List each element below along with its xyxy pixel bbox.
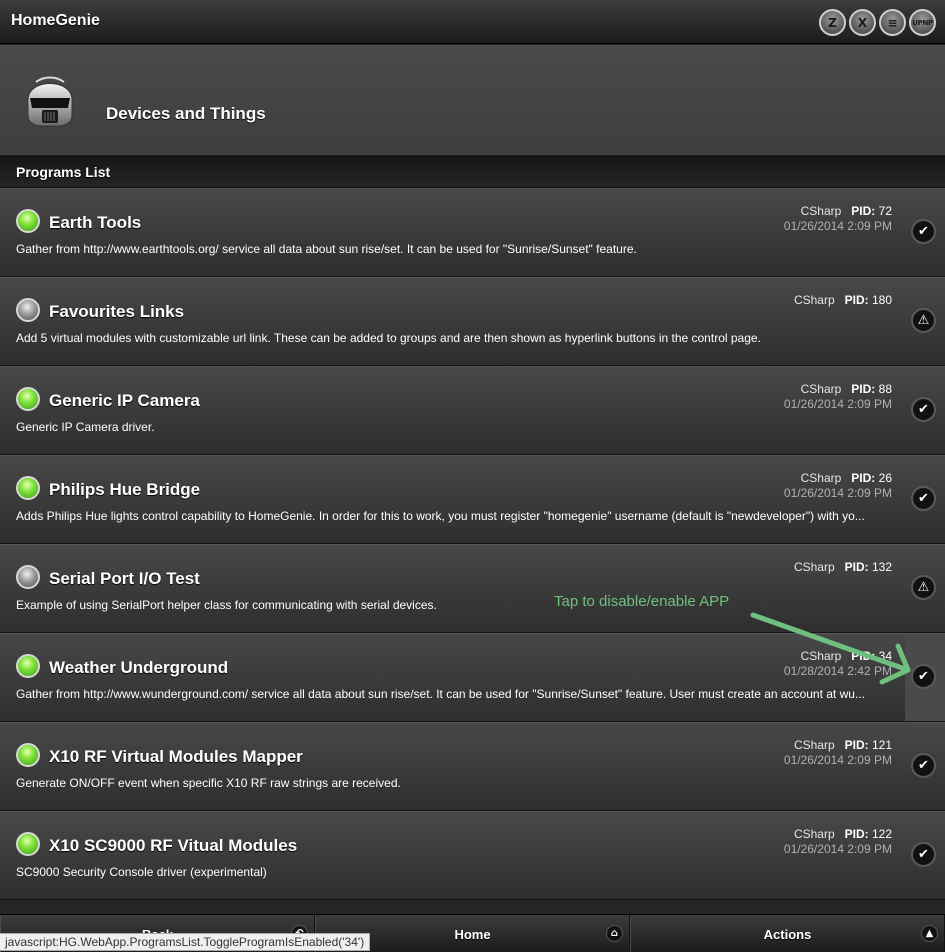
- program-date: 01/26/2014 2:09 PM: [783, 753, 892, 767]
- toggle-zone[interactable]: ✔: [905, 723, 945, 810]
- program-item[interactable]: X10 RF Virtual Modules Mapper CSharp PID:…: [0, 722, 945, 811]
- program-name: Philips Hue Bridge: [49, 480, 201, 499]
- program-pid: 88: [878, 382, 892, 396]
- program-lang: CSharp: [793, 560, 835, 574]
- program-item[interactable]: Generic IP Camera CSharp PID: 88 01/26/20…: [0, 366, 945, 455]
- programs-list-header: Programs List: [0, 156, 945, 188]
- toggle-zone[interactable]: ✔: [905, 367, 945, 454]
- program-meta: CSharp PID: 26 01/26/2014 2:09 PM: [784, 471, 892, 501]
- program-name: Serial Port I/O Test: [49, 569, 200, 588]
- program-description: Generic IP Camera driver.: [16, 420, 155, 434]
- program-name: X10 RF Virtual Modules Mapper: [49, 747, 303, 766]
- zwave-icon[interactable]: Z: [819, 9, 846, 36]
- program-pid: 26: [878, 471, 892, 485]
- status-led-icon: [16, 832, 40, 856]
- program-lang: CSharp: [800, 204, 842, 218]
- warning-icon[interactable]: ⚠: [911, 308, 936, 333]
- program-name: Weather Underground: [49, 658, 229, 677]
- program-pid: 132: [871, 560, 892, 574]
- status-led-icon: [16, 298, 40, 322]
- program-description: Generate ON/OFF event when specific X10 …: [16, 776, 401, 790]
- program-pid: 121: [871, 738, 892, 752]
- program-date: 01/26/2014 2:09 PM: [783, 397, 892, 411]
- program-date: 01/26/2014 2:09 PM: [783, 486, 892, 500]
- program-lang: CSharp: [800, 471, 842, 485]
- check-icon[interactable]: ✔: [911, 753, 936, 778]
- pid-label: PID:: [844, 738, 869, 752]
- upnp-icon[interactable]: UPNP: [909, 9, 936, 36]
- program-description: SC9000 Security Console driver (experime…: [16, 865, 267, 879]
- actions-button[interactable]: Actions ▲: [630, 915, 945, 952]
- program-description: Add 5 virtual modules with customizable …: [16, 331, 761, 345]
- pid-label: PID:: [851, 471, 876, 485]
- pid-label: PID:: [844, 560, 869, 574]
- program-lang: CSharp: [793, 827, 835, 841]
- check-icon[interactable]: ✔: [911, 842, 936, 867]
- page-title: Devices and Things: [106, 104, 266, 123]
- program-item[interactable]: Earth Tools CSharp PID: 72 01/26/2014 2:0…: [0, 188, 945, 277]
- program-name: Generic IP Camera: [49, 391, 200, 410]
- toggle-zone[interactable]: ✔: [905, 812, 945, 899]
- check-icon[interactable]: ✔: [911, 397, 936, 422]
- browser-status-bar: javascript:HG.WebApp.ProgramsList.Toggle…: [0, 933, 371, 951]
- check-icon[interactable]: ✔: [911, 219, 936, 244]
- program-item[interactable]: X10 SC9000 RF Vitual Modules CSharp PID: …: [0, 811, 945, 900]
- program-meta: CSharp PID: 72 01/26/2014 2:09 PM: [784, 204, 892, 234]
- program-lang: CSharp: [793, 738, 835, 752]
- pid-label: PID:: [851, 382, 876, 396]
- program-date: 01/26/2014 2:09 PM: [783, 842, 892, 856]
- app-header: HomeGenie Z X ≡ UPNP: [0, 0, 945, 44]
- programs-list: Earth Tools CSharp PID: 72 01/26/2014 2:0…: [0, 188, 945, 900]
- pid-label: PID:: [844, 293, 869, 307]
- pid-label: PID:: [851, 204, 876, 218]
- programs-list-title: Programs List: [16, 164, 111, 180]
- status-led-icon: [16, 209, 40, 233]
- status-led-icon: [16, 476, 40, 500]
- program-description: Gather from http://www.earthtools.org/ s…: [16, 242, 637, 256]
- toggle-zone[interactable]: ✔: [905, 189, 945, 276]
- interface-icons: Z X ≡ UPNP: [819, 9, 936, 36]
- toggle-zone[interactable]: ✔: [905, 456, 945, 543]
- program-meta: CSharp PID: 180: [794, 293, 892, 308]
- app-title: HomeGenie: [11, 12, 100, 29]
- status-led-icon: [16, 743, 40, 767]
- pid-label: PID:: [844, 827, 869, 841]
- program-meta: CSharp PID: 88 01/26/2014 2:09 PM: [784, 382, 892, 412]
- status-led-icon: [16, 387, 40, 411]
- toggle-zone[interactable]: ⚠: [905, 278, 945, 365]
- home-label: Home: [454, 926, 491, 942]
- program-name: Earth Tools: [49, 213, 142, 232]
- program-pid: 180: [871, 293, 892, 307]
- status-led-icon: [16, 565, 40, 589]
- status-led-icon: [16, 654, 40, 678]
- annotation-arrow-icon: [750, 612, 911, 685]
- program-name: Favourites Links: [49, 302, 185, 321]
- helmet-logo-icon: [27, 76, 73, 127]
- program-lang: CSharp: [793, 293, 835, 307]
- program-pid: 122: [871, 827, 892, 841]
- program-description: Adds Philips Hue lights control capabili…: [16, 509, 865, 523]
- insteon-icon[interactable]: ≡: [879, 9, 906, 36]
- program-date: 01/26/2014 2:09 PM: [783, 219, 892, 233]
- program-meta: CSharp PID: 121 01/26/2014 2:09 PM: [784, 738, 892, 768]
- program-description: Gather from http://www.wunderground.com/…: [16, 687, 865, 701]
- program-item[interactable]: Favourites Links CSharp PID: 180 Add 5 vi…: [0, 277, 945, 366]
- program-pid: 72: [878, 204, 892, 218]
- check-icon[interactable]: ✔: [911, 486, 936, 511]
- annotation-text: Tap to disable/enable APP: [554, 593, 730, 610]
- actions-label: Actions: [763, 926, 812, 942]
- program-name: X10 SC9000 RF Vitual Modules: [49, 836, 298, 855]
- program-item[interactable]: Philips Hue Bridge CSharp PID: 26 01/26/2…: [0, 455, 945, 544]
- warning-icon[interactable]: ⚠: [911, 575, 936, 600]
- home-icon: ⌂: [606, 925, 623, 942]
- x10-icon[interactable]: X: [849, 9, 876, 36]
- page-header: Devices and Things: [0, 45, 945, 156]
- program-description: Example of using SerialPort helper class…: [16, 598, 437, 612]
- chevron-up-icon: ▲: [921, 925, 938, 942]
- program-meta: CSharp PID: 132: [794, 560, 892, 575]
- program-lang: CSharp: [800, 382, 842, 396]
- program-meta: CSharp PID: 122 01/26/2014 2:09 PM: [784, 827, 892, 857]
